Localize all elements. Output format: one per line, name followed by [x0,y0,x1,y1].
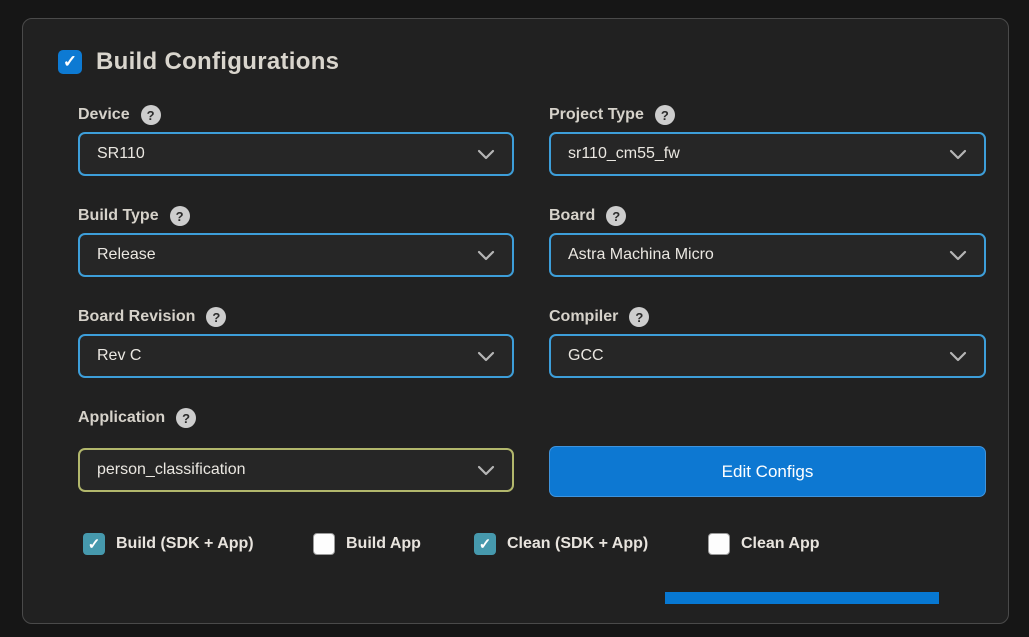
unchecked-checkbox-icon [313,533,335,555]
checkbox-label: Clean App [741,535,820,553]
device-select[interactable]: SR110 [78,132,514,176]
build-options-row: ✓ Build (SDK + App) Build App ✓ Clean (S… [78,533,986,557]
application-select-value: person_classification [97,461,246,479]
checkbox-build-sdk-app[interactable]: ✓ Build (SDK + App) [83,533,254,555]
chevron-down-icon [949,250,967,261]
checkbox-label: Build (SDK + App) [116,535,254,553]
device-help-icon[interactable]: ? [141,105,161,125]
page-title: Build Configurations [96,48,339,76]
board-select[interactable]: Astra Machina Micro [549,233,986,277]
compiler-select-value: GCC [568,347,604,365]
checkbox-clean-app[interactable]: Clean App [708,533,820,555]
board-revision-help-icon[interactable]: ? [206,307,226,327]
field-compiler: Compiler ? GCC [549,306,986,378]
chevron-down-icon [477,465,495,476]
build-type-help-icon[interactable]: ? [170,206,190,226]
checked-checkbox-icon: ✓ [474,533,496,555]
board-label: Board [549,207,595,225]
board-revision-select-value: Rev C [97,347,141,365]
edit-configs-button[interactable]: Edit Configs [549,446,986,497]
project-type-label: Project Type [549,106,644,124]
checkbox-label: Build App [346,535,421,553]
chevron-down-icon [949,149,967,160]
progress-bar [665,592,939,604]
build-type-select-value: Release [97,246,156,264]
field-device: Device ? SR110 [78,104,514,176]
project-type-select[interactable]: sr110_cm55_fw [549,132,986,176]
board-help-icon[interactable]: ? [606,206,626,226]
device-select-value: SR110 [97,145,145,163]
chevron-down-icon [949,351,967,362]
build-type-label: Build Type [78,207,159,225]
device-label: Device [78,106,130,124]
compiler-label: Compiler [549,308,618,326]
project-type-select-value: sr110_cm55_fw [568,145,680,163]
check-icon: ✓ [63,52,77,72]
form-grid: Device ? SR110 Project Type ? sr110_cm55… [78,104,986,492]
build-configurations-panel: ✓ Build Configurations Device ? SR110 Pr… [22,18,1009,624]
board-select-value: Astra Machina Micro [568,246,714,264]
build-configurations-checkbox[interactable]: ✓ [58,50,82,74]
checkbox-build-app[interactable]: Build App [313,533,421,555]
build-type-select[interactable]: Release [78,233,514,277]
field-build-type: Build Type ? Release [78,205,514,277]
board-revision-label: Board Revision [78,308,195,326]
field-board-revision: Board Revision ? Rev C [78,306,514,378]
application-label: Application [78,409,165,427]
board-revision-select[interactable]: Rev C [78,334,514,378]
panel-title-row: ✓ Build Configurations [58,48,339,76]
application-select[interactable]: person_classification [78,448,514,492]
unchecked-checkbox-icon [708,533,730,555]
checked-checkbox-icon: ✓ [83,533,105,555]
compiler-help-icon[interactable]: ? [629,307,649,327]
field-application: Application ? person_classification [78,407,514,492]
checkbox-clean-sdk-app[interactable]: ✓ Clean (SDK + App) [474,533,648,555]
checkbox-label: Clean (SDK + App) [507,535,648,553]
field-board: Board ? Astra Machina Micro [549,205,986,277]
field-project-type: Project Type ? sr110_cm55_fw [549,104,986,176]
chevron-down-icon [477,351,495,362]
chevron-down-icon [477,149,495,160]
chevron-down-icon [477,250,495,261]
project-type-help-icon[interactable]: ? [655,105,675,125]
compiler-select[interactable]: GCC [549,334,986,378]
application-help-icon[interactable]: ? [176,408,196,428]
